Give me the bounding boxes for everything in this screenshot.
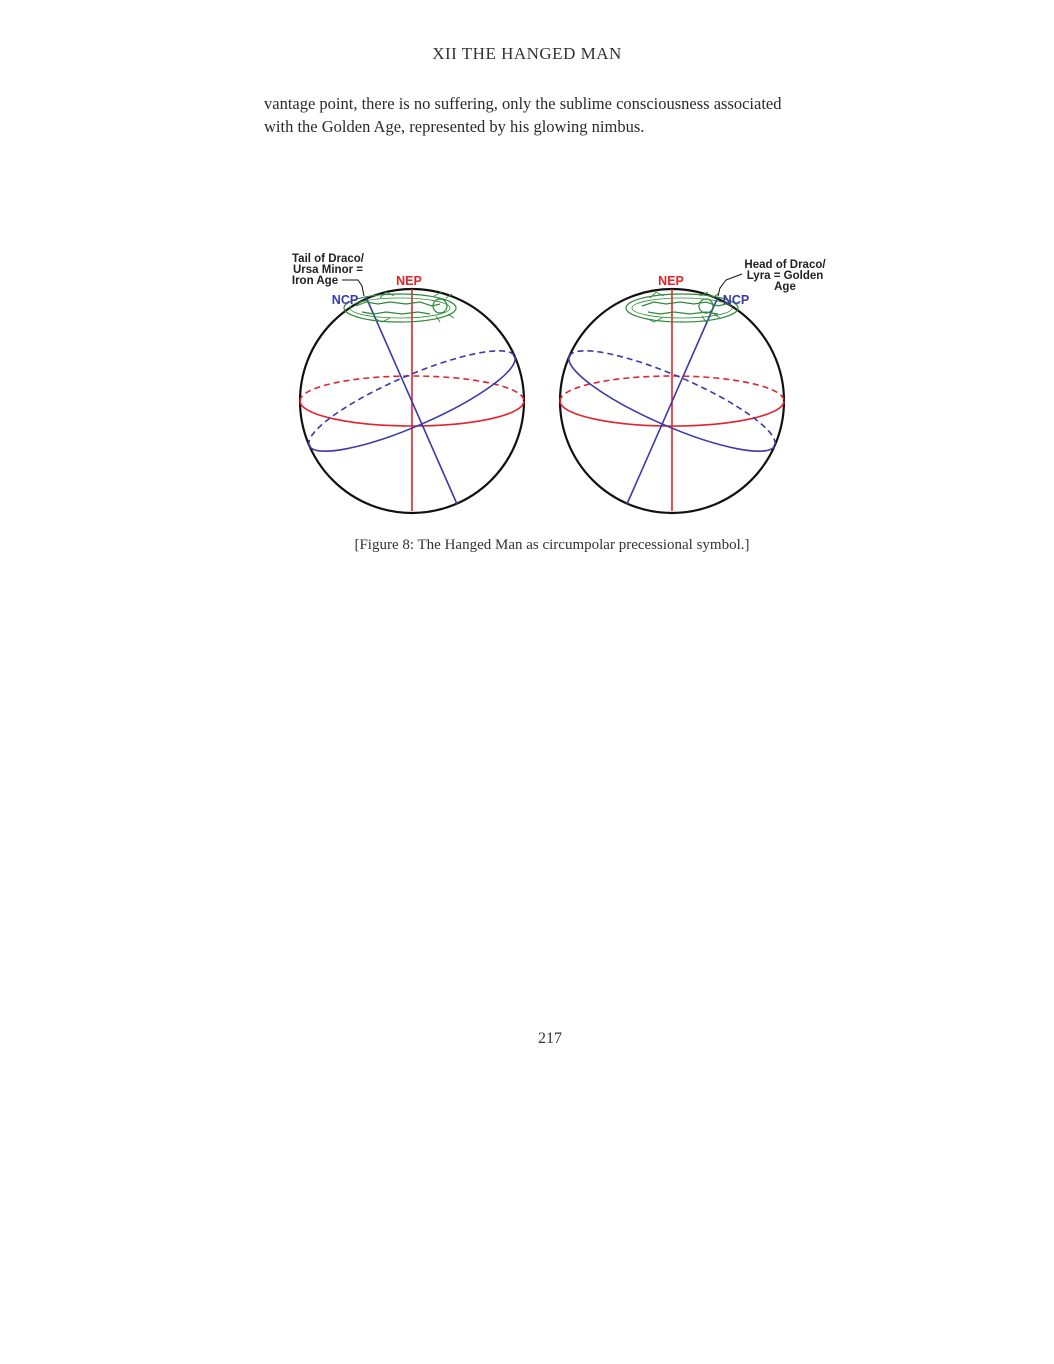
paragraph-line: vantage point, there is no suffering, on…	[264, 94, 782, 113]
right-nep-label: NEP	[658, 274, 684, 288]
page-number: 217	[538, 1030, 562, 1047]
running-header: XII THE HANGED MAN	[432, 44, 622, 63]
paragraph-line: with the Golden Age, represented by his …	[264, 117, 645, 136]
right-globe: Head of Draco/ Lyra = Golden Age NEP NCP	[558, 259, 826, 515]
left-ncp-label: NCP	[332, 293, 358, 307]
left-annotation-line-3: Iron Age	[292, 275, 338, 287]
figure-caption: [Figure 8: The Hanged Man as circumpolar…	[354, 537, 750, 553]
left-nep-label: NEP	[396, 274, 422, 288]
celestial-globes-diagram: Tail of Draco/ Ursa Minor = Iron Age NEP…	[292, 253, 826, 515]
figure-8: Tail of Draco/ Ursa Minor = Iron Age NEP…	[270, 246, 850, 536]
left-globe: Tail of Draco/ Ursa Minor = Iron Age NEP…	[292, 253, 526, 515]
right-annotation-line-3: Age	[774, 281, 796, 293]
hanged-man-figure	[343, 291, 457, 323]
body-paragraph: vantage point, there is no suffering, on…	[264, 92, 844, 138]
right-ncp-label: NCP	[723, 293, 749, 307]
hanged-man-figure	[625, 291, 739, 323]
